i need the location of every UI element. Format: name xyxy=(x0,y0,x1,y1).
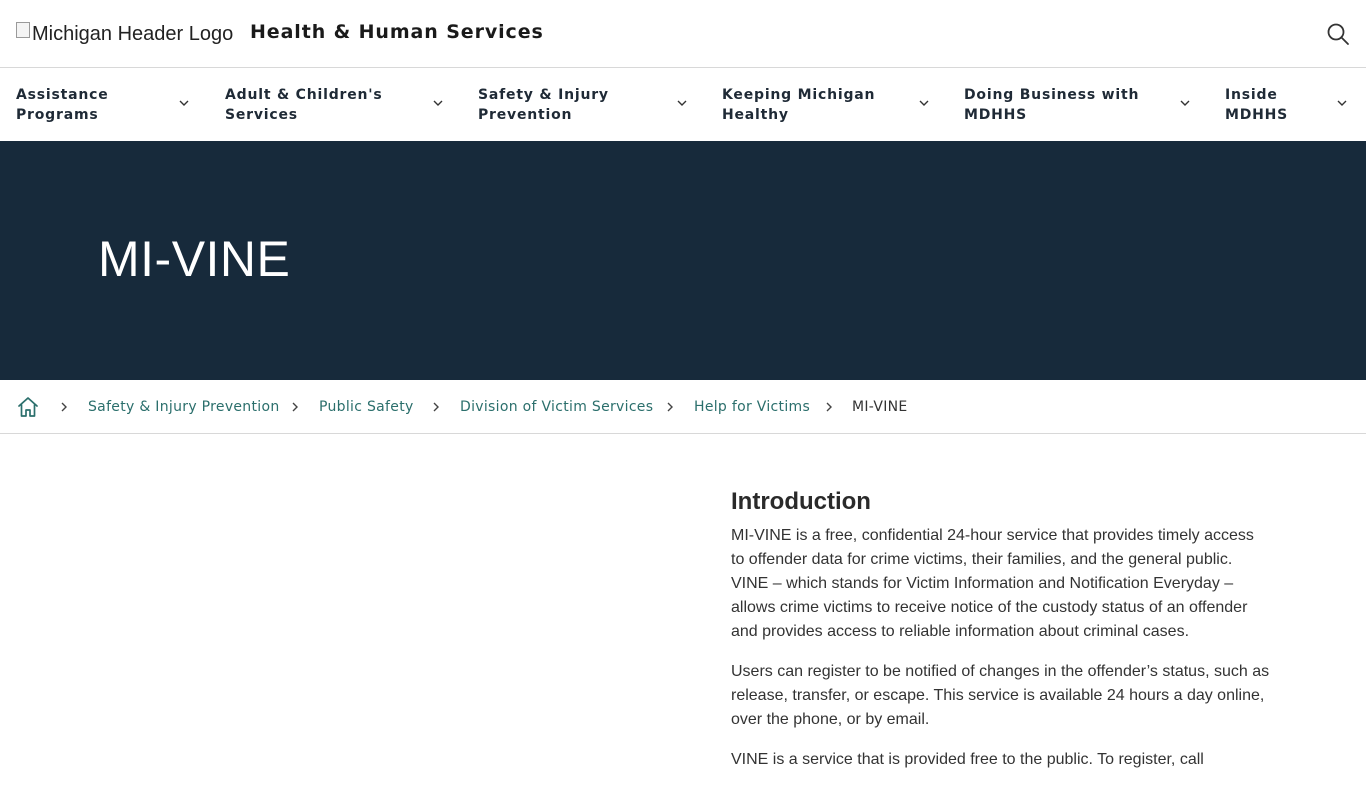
nav-item-doing-business-with-mdhhs[interactable]: Doing Business with MDHHS xyxy=(964,69,1194,141)
logo-alt-text: Michigan Header Logo xyxy=(32,22,234,45)
chevron-down-icon xyxy=(677,100,687,106)
nav-item-label: Inside MDHHS xyxy=(1225,87,1289,123)
breadcrumb-link-safety-injury-prevention[interactable]: Safety & Injury Prevention xyxy=(88,398,280,416)
main-content: Introduction MI-VINE is a free, confiden… xyxy=(731,486,1271,788)
breadcrumb-home-link[interactable] xyxy=(16,395,40,419)
nav-item-label: Assistance Programs xyxy=(16,87,109,123)
breadcrumb: Safety & Injury Prevention Public Safety… xyxy=(0,380,1366,434)
chevron-right-icon xyxy=(292,402,298,412)
nav-item-label: Safety & Injury Prevention xyxy=(478,87,609,123)
site-title[interactable]: Health & Human Services xyxy=(250,21,544,43)
breadcrumb-link-public-safety[interactable]: Public Safety xyxy=(319,398,414,416)
search-button[interactable] xyxy=(1326,22,1350,46)
hero-banner: MI-VINE xyxy=(0,141,1366,380)
chevron-down-icon xyxy=(1337,100,1347,106)
content-paragraph: VINE is a service that is provided free … xyxy=(731,751,1204,768)
content-paragraph: Users can register to be notified of cha… xyxy=(731,663,1270,728)
site-header: Michigan Header Logo Health & Human Serv… xyxy=(0,0,1366,68)
chevron-down-icon xyxy=(919,100,929,106)
chevron-right-icon xyxy=(826,402,832,412)
breadcrumb-current-page: MI-VINE xyxy=(852,399,908,415)
nav-item-assistance-programs[interactable]: Assistance Programs xyxy=(16,69,192,141)
content-paragraph: MI-VINE is a free, confidential 24-hour … xyxy=(731,527,1254,640)
nav-item-adult-childrens-services[interactable]: Adult & Children's Services xyxy=(225,69,447,141)
nav-item-keeping-michigan-healthy[interactable]: Keeping Michigan Healthy xyxy=(722,69,934,141)
chevron-right-icon xyxy=(61,402,67,412)
section-heading-introduction: Introduction xyxy=(731,488,871,515)
home-icon xyxy=(18,397,38,417)
search-icon xyxy=(1327,23,1349,45)
chevron-right-icon xyxy=(667,402,673,412)
chevron-right-icon xyxy=(433,402,439,412)
broken-image-icon xyxy=(16,22,30,38)
chevron-down-icon xyxy=(1180,100,1190,106)
nav-item-inside-mdhhs[interactable]: Inside MDHHS xyxy=(1225,69,1353,141)
michigan-header-logo[interactable]: Michigan Header Logo xyxy=(16,22,233,46)
breadcrumb-link-help-for-victims[interactable]: Help for Victims xyxy=(694,398,810,416)
chevron-down-icon xyxy=(179,100,189,106)
nav-item-safety-injury-prevention[interactable]: Safety & Injury Prevention xyxy=(478,69,690,141)
breadcrumb-link-division-of-victim-services[interactable]: Division of Victim Services xyxy=(460,398,653,416)
nav-item-label: Adult & Children's Services xyxy=(225,87,383,123)
page-title: MI-VINE xyxy=(98,231,291,287)
chevron-down-icon xyxy=(433,100,443,106)
nav-item-label: Doing Business with MDHHS xyxy=(964,87,1140,123)
nav-item-label: Keeping Michigan Healthy xyxy=(722,87,876,123)
main-nav: Assistance Programs Adult & Children's S… xyxy=(0,69,1366,141)
